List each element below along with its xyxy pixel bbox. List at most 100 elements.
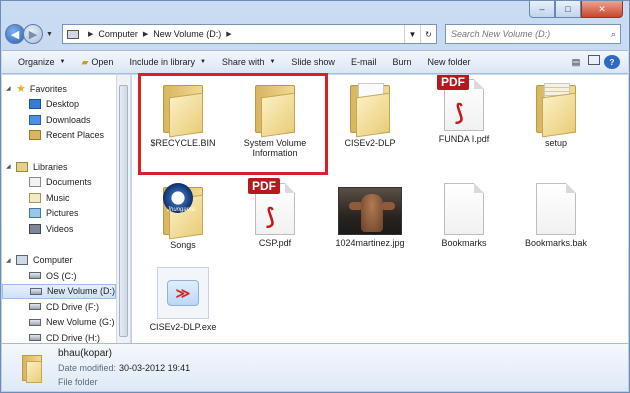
highlight-box — [138, 73, 328, 175]
nav-item-videos[interactable]: Videos — [2, 221, 116, 237]
open-icon: ▰ — [81, 56, 89, 67]
pdf-badge: PDF — [437, 75, 469, 90]
address-row: ◀ ▶ ▼ ▶ Computer ▶ New Volume (D:) ▶ ▼ ↻… — [5, 21, 625, 47]
chevron-down-icon: ▼ — [59, 59, 66, 65]
chevron-right-icon[interactable]: ▶ — [226, 30, 231, 38]
slide-show-button[interactable]: Slide show — [283, 57, 343, 67]
preview-pane-icon[interactable] — [588, 55, 600, 65]
nav-item-new-volume-g[interactable]: New Volume (G:) — [2, 315, 116, 331]
include-in-library-button[interactable]: Include in library ▼ — [121, 57, 213, 67]
caption-buttons: – □ ✕ — [529, 1, 623, 19]
file-item-setup[interactable]: setup — [514, 79, 598, 148]
refresh-icon[interactable]: ↻ — [419, 25, 436, 43]
maximize-button[interactable]: □ — [555, 1, 581, 18]
nav-item-label: OS (C:) — [46, 270, 77, 281]
file-label: Bookmarks.bak — [524, 238, 588, 248]
nav-item-music[interactable]: Music — [2, 190, 116, 206]
chevron-right-icon[interactable]: ▶ — [143, 30, 148, 38]
new-folder-label: New folder — [427, 57, 471, 67]
file-label: Songs — [170, 240, 196, 250]
search-icon[interactable]: ⌕ — [611, 29, 616, 40]
nav-item-label: Recent Places — [46, 130, 105, 141]
file-item-cisev2-dlp-folder[interactable]: CISEv2-DLP — [328, 79, 412, 148]
expand-icon[interactable]: ◢ — [6, 257, 14, 264]
back-button[interactable]: ◀ — [5, 24, 25, 44]
arrow-left-icon: ◀ — [10, 28, 20, 41]
file-label: 1024martinez.jpg — [335, 238, 405, 248]
acrobat-logo-icon: ⟆ — [455, 100, 464, 125]
minimize-button[interactable]: – — [529, 1, 555, 18]
share-label: Share with — [221, 57, 265, 67]
exe-file-icon: ≫ — [157, 267, 209, 319]
file-item-funda-i-pdf[interactable]: PDF ⟆ FUNDA I.pdf — [422, 75, 506, 144]
burn-button[interactable]: Burn — [384, 57, 419, 67]
nav-item-os-c[interactable]: OS (C:) — [2, 268, 116, 284]
nav-item-recent-places[interactable]: Recent Places — [2, 128, 116, 144]
file-item-songs[interactable]: Jhungama Songs — [141, 181, 225, 250]
file-item-bookmarks-bak[interactable]: Bookmarks.bak — [514, 183, 598, 248]
file-item-cisev2-dlp-exe[interactable]: ≫ CISEv2-DLP.exe — [141, 267, 225, 332]
nav-item-label: Downloads — [46, 114, 91, 125]
nav-item-label: Music — [46, 192, 70, 203]
arrow-right-icon: ▶ — [28, 28, 38, 41]
star-icon: ★ — [16, 83, 26, 96]
scrollbar-thumb[interactable] — [119, 85, 128, 337]
music-icon — [29, 192, 41, 203]
nav-item-label: CD Drive (F:) — [46, 301, 99, 312]
videos-icon — [29, 223, 41, 234]
chevron-right-icon[interactable]: ▶ — [88, 30, 93, 38]
breadcrumb-computer[interactable]: Computer — [98, 29, 138, 39]
email-button[interactable]: E-mail — [343, 57, 385, 67]
details-name: bhau(kopar) — [58, 348, 112, 359]
nav-computer-label: Computer — [33, 255, 73, 266]
chevron-down-icon: ▼ — [269, 59, 276, 65]
expand-icon[interactable]: ◢ — [6, 85, 14, 92]
nav-item-desktop[interactable]: Desktop — [2, 97, 116, 113]
open-button[interactable]: ▰ Open — [73, 57, 121, 68]
file-item-bookmarks[interactable]: Bookmarks — [422, 183, 506, 248]
search-input[interactable] — [450, 29, 601, 39]
new-folder-button[interactable]: New folder — [419, 57, 478, 67]
downloads-icon — [29, 114, 41, 125]
expand-icon[interactable]: ◢ — [6, 163, 14, 170]
search-box[interactable]: ⌕ — [444, 24, 621, 44]
nav-item-documents[interactable]: Documents — [2, 175, 116, 191]
file-label: Bookmarks — [441, 238, 487, 248]
generic-file-icon — [536, 183, 576, 235]
change-view-icon[interactable]: ▤ — [568, 55, 584, 69]
nav-item-pictures[interactable]: Pictures — [2, 206, 116, 222]
nav-computer[interactable]: ◢ Computer — [2, 253, 116, 269]
include-label: Include in library — [129, 57, 195, 67]
share-with-button[interactable]: Share with ▼ — [214, 57, 283, 67]
file-item-1024martinez-jpg[interactable]: 1024martinez.jpg — [328, 187, 412, 248]
nav-item-new-volume-d[interactable]: New Volume (D:) — [2, 283, 116, 299]
nav-item-label: CD Drive (H:) — [46, 332, 100, 343]
address-bar[interactable]: ▶ Computer ▶ New Volume (D:) ▶ ▼ ↻ — [61, 24, 437, 44]
recent-places-icon — [29, 130, 41, 141]
details-pane: bhau(kopar) Date modified: 30-03-2012 19:… — [2, 343, 628, 391]
nav-libraries[interactable]: ◢ Libraries — [2, 159, 116, 175]
nav-scrollbar[interactable] — [117, 75, 131, 345]
nav-favorites[interactable]: ◢ ★ Favorites — [2, 81, 116, 97]
email-label: E-mail — [350, 57, 377, 67]
pictures-icon — [29, 208, 41, 219]
recent-pages-dropdown[interactable]: ▼ — [46, 31, 53, 38]
help-icon[interactable]: ? — [604, 55, 620, 69]
address-dropdown-icon[interactable]: ▼ — [403, 25, 420, 43]
acrobat-logo-icon: ⟆ — [266, 204, 275, 229]
nav-item-downloads[interactable]: Downloads — [2, 112, 116, 128]
file-item-csp-pdf[interactable]: PDF ⟆ CSP.pdf — [233, 178, 317, 248]
breadcrumb-new-volume-d[interactable]: New Volume (D:) — [153, 29, 221, 39]
organize-button[interactable]: Organize ▼ — [10, 57, 73, 67]
nav-item-cd-drive-f[interactable]: CD Drive (F:) — [2, 299, 116, 315]
computer-icon — [66, 29, 79, 39]
file-label: setup — [544, 138, 568, 148]
app-logo-icon: ≫ — [167, 280, 199, 306]
forward-button[interactable]: ▶ — [23, 24, 43, 44]
close-button[interactable]: ✕ — [581, 1, 623, 18]
details-modified: Date modified: 30-03-2012 19:41 — [58, 363, 190, 373]
documents-icon — [29, 177, 41, 188]
chevron-down-icon: ▼ — [199, 59, 206, 65]
nav-item-label: Pictures — [46, 208, 79, 219]
file-label: CSP.pdf — [258, 238, 292, 248]
